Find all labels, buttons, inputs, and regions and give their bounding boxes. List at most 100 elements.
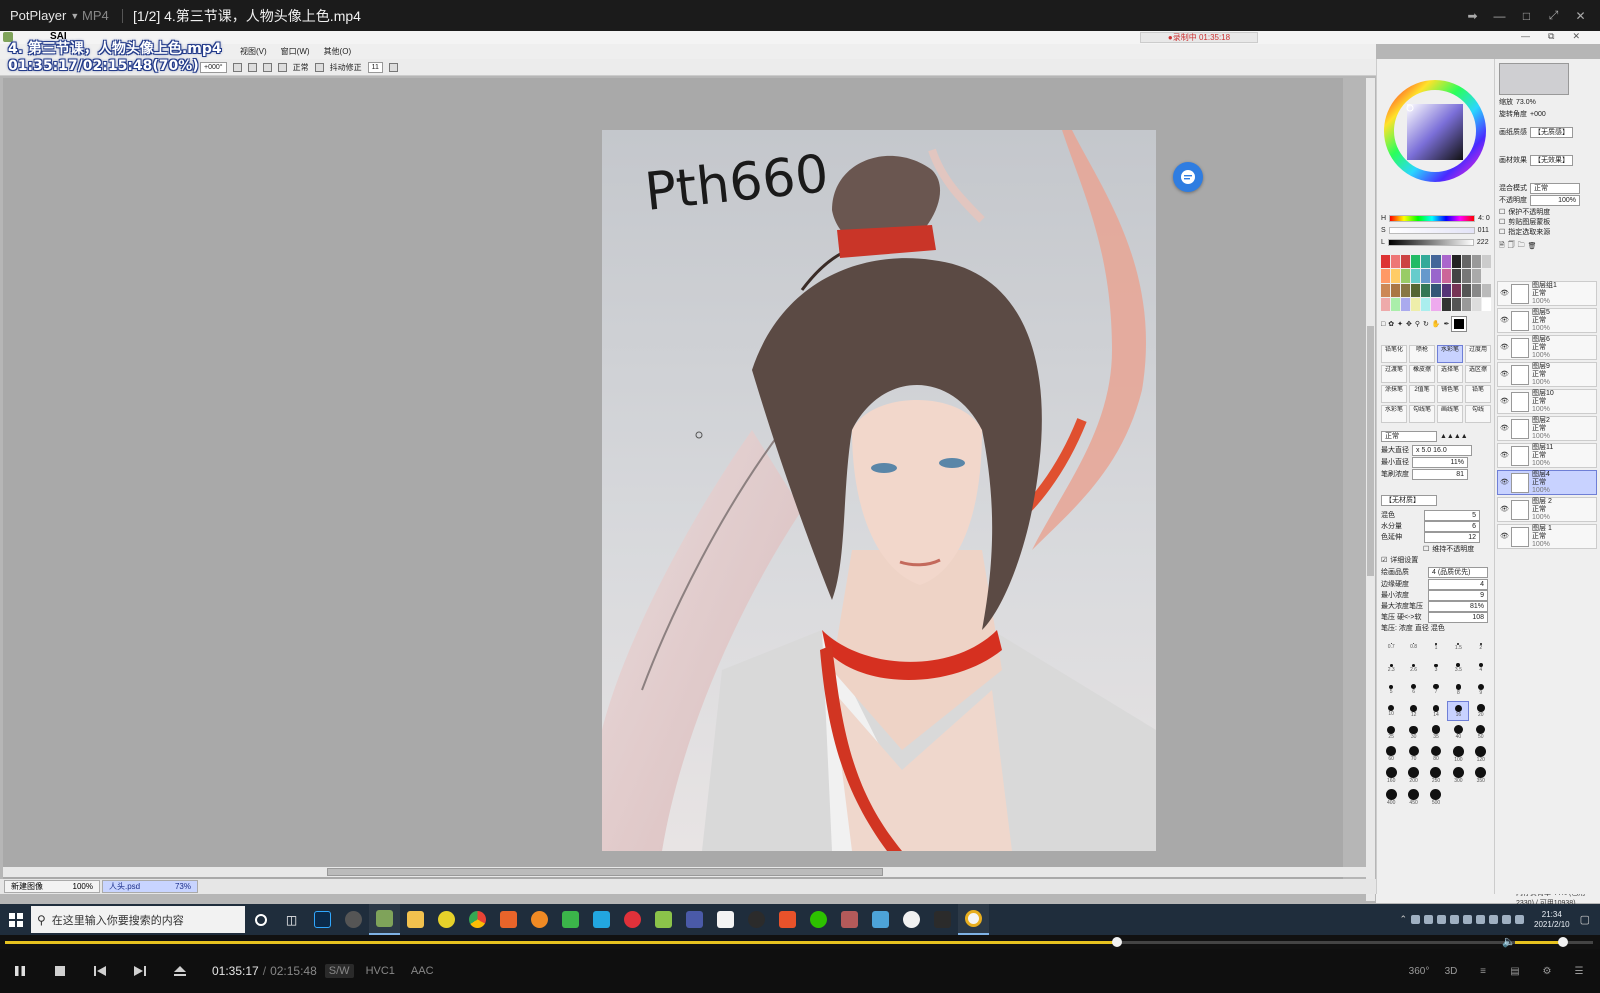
color-swatch[interactable]	[1411, 283, 1421, 297]
max-diameter-field[interactable]: x 5.0 16.0	[1412, 444, 1472, 456]
audio-codec-badge[interactable]: AAC	[407, 964, 438, 978]
color-swatch[interactable]	[1421, 269, 1431, 283]
brush-tool[interactable]: 过渡笔	[1381, 365, 1407, 383]
tray-icon[interactable]	[1424, 915, 1433, 924]
brush-size-preset[interactable]: 2	[1471, 638, 1491, 656]
brush-tool[interactable]: 铅笔化	[1381, 345, 1407, 363]
sai-restore-button[interactable]: ⧉	[1548, 31, 1554, 42]
brush-size-preset[interactable]: 250	[1426, 767, 1446, 785]
brush-size-preset[interactable]: 200	[1404, 767, 1424, 785]
color-swatch[interactable]	[1411, 269, 1421, 283]
pause-button[interactable]	[0, 949, 40, 993]
taskbar-app[interactable]	[772, 904, 803, 935]
brush-size-preset[interactable]: 500	[1426, 788, 1446, 806]
stabilizer-dropdown[interactable]	[388, 62, 398, 72]
select-rect-icon[interactable]: □	[1381, 321, 1385, 328]
delete-layer-icon[interactable]: 🗑	[1528, 242, 1537, 250]
color-swatch[interactable]	[1381, 283, 1391, 297]
color-swatch[interactable]	[1431, 269, 1441, 283]
brush-tool-selected[interactable]: 水彩笔	[1437, 345, 1463, 363]
brush-tool[interactable]: 铺色笔	[1437, 385, 1463, 403]
volume-handle[interactable]	[1557, 937, 1568, 947]
scroll-thumb[interactable]	[327, 868, 883, 876]
brush-size-preset[interactable]: 2.3	[1381, 659, 1401, 677]
video-frame[interactable]: SAI ●录制中 01:35:18 — ⧉ ✕ 视图(V) 窗口(W) 其他(O…	[0, 31, 1600, 919]
color-swatch[interactable]	[1401, 255, 1411, 269]
min-density-field[interactable]: 9	[1428, 589, 1488, 601]
taskbar-app[interactable]	[896, 904, 927, 935]
color-swatch[interactable]	[1401, 283, 1411, 297]
layer-opacity-field[interactable]: 100%	[1530, 194, 1580, 206]
brush-size-preset[interactable]: 1.5	[1448, 638, 1468, 656]
taskbar-app[interactable]	[524, 904, 555, 935]
playlist-icon[interactable]: ▤	[1504, 966, 1526, 977]
color-swatches[interactable]	[1381, 255, 1491, 311]
tray-icon[interactable]	[1411, 915, 1420, 924]
brush-size-preset[interactable]: 0.7	[1381, 638, 1401, 656]
eye-icon[interactable]: 👁	[1500, 344, 1509, 352]
brush-shape-icons[interactable]: ▲▲▲▲	[1440, 433, 1468, 440]
eye-icon[interactable]: 👁	[1500, 479, 1509, 487]
color-swatch[interactable]	[1471, 297, 1481, 311]
eye-icon[interactable]: 👁	[1500, 533, 1509, 541]
explorer-app[interactable]	[400, 904, 431, 935]
sai-close-button[interactable]: ✕	[1572, 31, 1580, 42]
tray-icon[interactable]	[1463, 915, 1472, 924]
chrome-app[interactable]	[462, 904, 493, 935]
brush-tool[interactable]: 勾线笔	[1409, 405, 1435, 423]
color-box[interactable]	[1451, 316, 1468, 332]
color-swatch[interactable]	[1421, 297, 1431, 311]
layer-row[interactable]: 👁 图层9 正常 100%	[1497, 362, 1597, 387]
value-slider[interactable]	[1387, 238, 1474, 246]
pressure-options[interactable]: 笔压: 浓度 直径 混色	[1381, 623, 1445, 633]
blend-mode-label[interactable]: 正常	[293, 62, 309, 73]
artwork-canvas[interactable]: Pth660	[602, 130, 1156, 851]
layer-row[interactable]: 👁 图层 2 正常 100%	[1497, 497, 1597, 522]
brush-size-preset[interactable]: 120	[1471, 745, 1491, 763]
color-wheel[interactable]	[1377, 71, 1495, 221]
brush-tool[interactable]: 水彩笔	[1381, 405, 1407, 423]
color-swatch[interactable]	[1481, 297, 1491, 311]
brush-size-preset[interactable]: 0.8	[1404, 638, 1424, 656]
taskbar-app[interactable]	[555, 904, 586, 935]
new-folder-icon[interactable]: 🗀	[1518, 241, 1525, 252]
brush-tool[interactable]: 2值笔	[1409, 385, 1435, 403]
color-swatch[interactable]	[1481, 255, 1491, 269]
color-swatch[interactable]	[1421, 283, 1431, 297]
close-button[interactable]: ✕	[1569, 5, 1592, 27]
color-swatch[interactable]	[1441, 255, 1451, 269]
doc-tab-new[interactable]: 新建图像 100%	[4, 880, 100, 893]
color-swatch[interactable]	[1441, 297, 1451, 311]
new-layer-icon[interactable]: 🗎	[1499, 241, 1505, 252]
brush-size-preset[interactable]: 30	[1404, 724, 1424, 742]
color-swatch[interactable]	[1461, 283, 1471, 297]
color-swatch[interactable]	[1461, 255, 1471, 269]
paper-select[interactable]: 【无质感】	[1530, 126, 1573, 138]
color-swatch[interactable]	[1441, 269, 1451, 283]
3d-button[interactable]: 3D	[1440, 966, 1462, 977]
vr-360-button[interactable]: 360°	[1408, 966, 1430, 977]
color-swatch[interactable]	[1411, 297, 1421, 311]
speaker-icon[interactable]: 🔈	[1502, 935, 1516, 949]
gear-icon[interactable]: ⚙	[1536, 966, 1558, 977]
color-swatch[interactable]	[1441, 283, 1451, 297]
seekbar[interactable]: 🔈	[0, 935, 1600, 949]
water-field[interactable]: 6	[1424, 520, 1480, 532]
color-swatch[interactable]	[1421, 255, 1431, 269]
eject-button[interactable]	[160, 949, 200, 993]
rotate-icon[interactable]: ↻	[1423, 320, 1429, 328]
menu-view[interactable]: 视图(V)	[240, 46, 267, 57]
detail-checkbox[interactable]: ☑	[1381, 556, 1387, 564]
fullscreen-button[interactable]: ⤢	[1542, 5, 1565, 27]
layer-row[interactable]: 👁 图层11 正常 100%	[1497, 443, 1597, 468]
brush-size-preset[interactable]: 40	[1448, 724, 1468, 742]
brush-size-preset[interactable]: 5	[1381, 681, 1401, 699]
volume-icon[interactable]	[1502, 915, 1511, 924]
rotate-reset-button[interactable]	[262, 62, 272, 72]
eye-icon[interactable]: 👁	[1500, 398, 1509, 406]
taskbar-app[interactable]	[927, 904, 958, 935]
search-icon[interactable]: ≡	[1472, 966, 1494, 977]
taskbar-app[interactable]	[741, 904, 772, 935]
brush-tool[interactable]: 画线笔	[1437, 405, 1463, 423]
taskbar-app[interactable]	[679, 904, 710, 935]
